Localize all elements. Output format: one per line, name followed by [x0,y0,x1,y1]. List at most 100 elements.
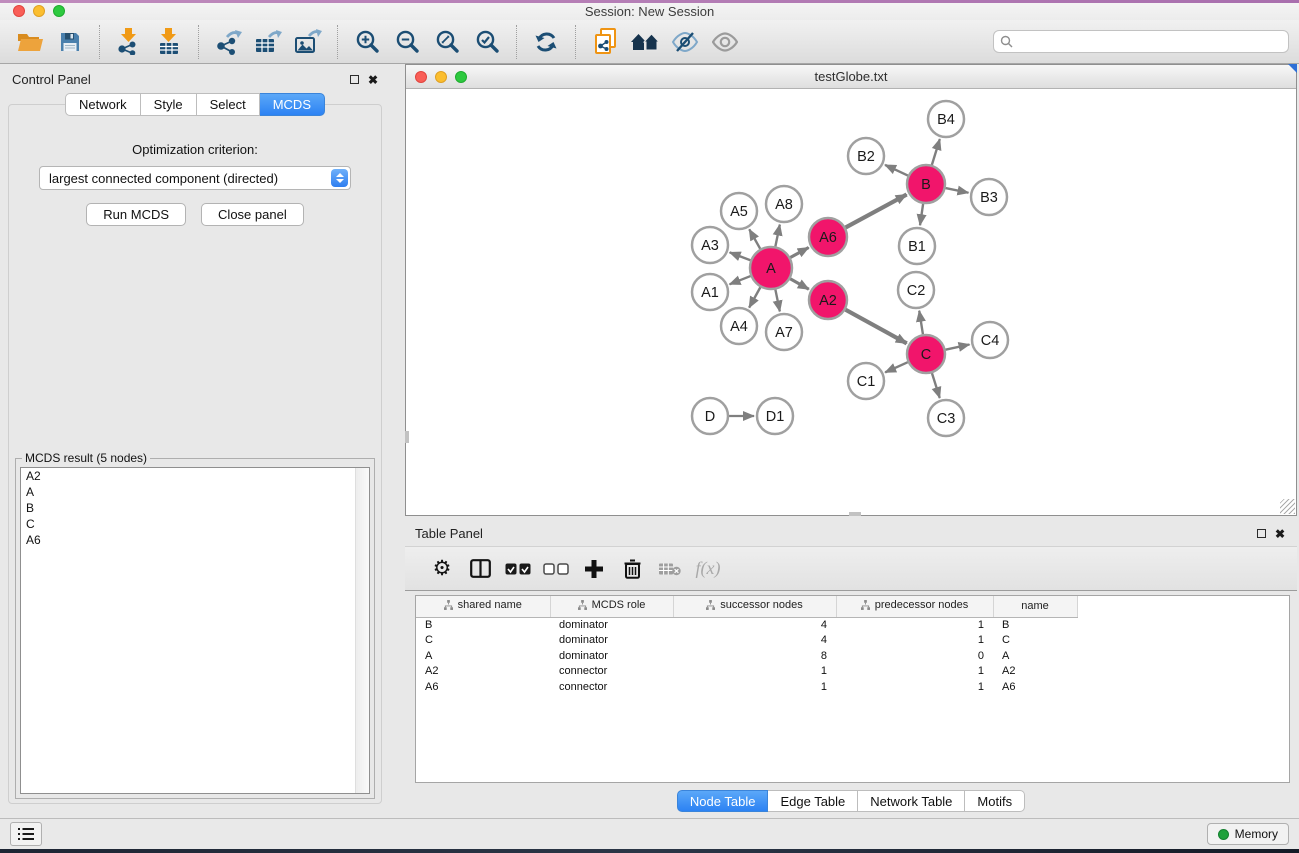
zoom-fit-button[interactable] [427,23,467,61]
select-all-button[interactable] [499,550,537,588]
graph-edge-B-B1[interactable] [920,204,923,225]
graph-edge-A-A4[interactable] [749,287,760,307]
table-cell[interactable]: 1 [836,664,993,680]
close-panel-icon[interactable]: ✖ [1275,529,1285,539]
table-cell[interactable]: connector [550,664,673,680]
mcds-result-item[interactable]: A2 [21,468,369,484]
export-network-button[interactable] [208,23,248,61]
tab-network-table[interactable]: Network Table [858,790,965,812]
mcds-result-item[interactable]: B [21,500,369,516]
export-image-button[interactable] [288,23,328,61]
column-header-MCDS-role[interactable]: MCDS role [550,596,673,617]
table-cell[interactable]: B [993,617,1077,633]
delete-table-button[interactable] [651,550,689,588]
graph-edge-A-A2[interactable] [790,279,809,289]
table-row[interactable]: Adominator80A [416,648,1077,664]
mcds-result-item[interactable]: A6 [21,532,369,548]
float-panel-icon[interactable] [1257,529,1266,538]
table-row[interactable]: A6connector11A6 [416,679,1077,695]
table-cell[interactable]: 4 [673,617,836,633]
table-cell[interactable]: A [993,648,1077,664]
table-settings-button[interactable]: ⚙ [423,550,461,588]
close-window-button[interactable] [13,5,25,17]
table-cell[interactable]: C [993,633,1077,649]
table-cell[interactable]: 4 [673,633,836,649]
task-history-button[interactable] [10,822,42,846]
table-cell[interactable]: connector [550,679,673,695]
graph-edge-A-A7[interactable] [775,290,779,312]
table-cell[interactable]: dominator [550,617,673,633]
clone-network-button[interactable] [585,23,625,61]
open-session-button[interactable] [10,23,50,61]
table-cell[interactable]: 1 [836,617,993,633]
table-cell[interactable]: 8 [673,648,836,664]
mcds-result-item[interactable]: A [21,484,369,500]
table-cell[interactable]: 0 [836,648,993,664]
network-overview-button[interactable] [625,23,665,61]
network-minimize-button[interactable] [435,71,447,83]
close-panel-icon[interactable]: ✖ [368,75,378,85]
tab-style[interactable]: Style [141,93,197,116]
graph-edge-C-C4[interactable] [946,344,970,349]
splitter-grip[interactable] [849,512,861,516]
graph-edge-C-C2[interactable] [919,311,923,334]
deselect-all-button[interactable] [537,550,575,588]
delete-rows-button[interactable] [613,550,651,588]
optimization-criterion-select[interactable]: largest connected component (directed) [39,166,351,190]
save-session-button[interactable] [50,23,90,61]
minimize-window-button[interactable] [33,5,45,17]
resize-grip[interactable] [1280,499,1295,514]
zoom-in-button[interactable] [347,23,387,61]
graph-edge-A6-B[interactable] [846,194,907,227]
mcds-result-item[interactable]: C [21,516,369,532]
close-panel-button[interactable]: Close panel [201,203,304,226]
refresh-button[interactable] [526,23,566,61]
network-zoom-button[interactable] [455,71,467,83]
column-header-shared-name[interactable]: shared name [416,596,550,617]
network-window-titlebar[interactable]: testGlobe.txt [406,65,1296,89]
table-cell[interactable]: 1 [673,664,836,680]
graph-edge-A-A6[interactable] [790,248,808,258]
scrollbar[interactable] [355,468,369,793]
graph-edge-A-A1[interactable] [730,276,751,284]
tab-select[interactable]: Select [197,93,260,116]
tab-mcds[interactable]: MCDS [260,93,325,116]
table-cell[interactable]: A2 [416,664,550,680]
table-row[interactable]: Cdominator41C [416,633,1077,649]
column-header-predecessor-nodes[interactable]: predecessor nodes [836,596,993,617]
table-cell[interactable]: A [416,648,550,664]
table-row[interactable]: A2connector11A2 [416,664,1077,680]
show-panels-button[interactable] [705,23,745,61]
table-cell[interactable]: A2 [993,664,1077,680]
graph-edge-A-A3[interactable] [730,252,751,260]
hide-panels-button[interactable] [665,23,705,61]
table-cell[interactable]: C [416,633,550,649]
panel-splitter[interactable] [390,64,405,818]
zoom-out-button[interactable] [387,23,427,61]
zoom-window-button[interactable] [53,5,65,17]
graph-edge-B-B3[interactable] [946,188,969,193]
function-builder-button[interactable]: f(x) [689,550,727,588]
export-table-button[interactable] [248,23,288,61]
table-cell[interactable]: 1 [836,679,993,695]
graph-edge-A-A8[interactable] [775,225,779,247]
graph-edge-C-C3[interactable] [932,373,940,398]
splitter-grip[interactable] [405,431,409,443]
network-close-button[interactable] [415,71,427,83]
table-cell[interactable]: 1 [836,633,993,649]
float-panel-icon[interactable] [350,75,359,84]
import-network-button[interactable] [109,23,149,61]
show-columns-button[interactable] [461,550,499,588]
table-cell[interactable]: A6 [993,679,1077,695]
graph-edge-A-A5[interactable] [749,229,760,249]
tab-network[interactable]: Network [65,93,141,116]
table-row[interactable]: Bdominator41B [416,617,1077,633]
zoom-selected-button[interactable] [467,23,507,61]
memory-button[interactable]: Memory [1207,823,1289,845]
import-table-button[interactable] [149,23,189,61]
tab-motifs[interactable]: Motifs [965,790,1025,812]
column-header-successor-nodes[interactable]: successor nodes [673,596,836,617]
tab-edge-table[interactable]: Edge Table [768,790,858,812]
run-mcds-button[interactable]: Run MCDS [86,203,186,226]
graph-edge-A2-C[interactable] [846,310,907,344]
